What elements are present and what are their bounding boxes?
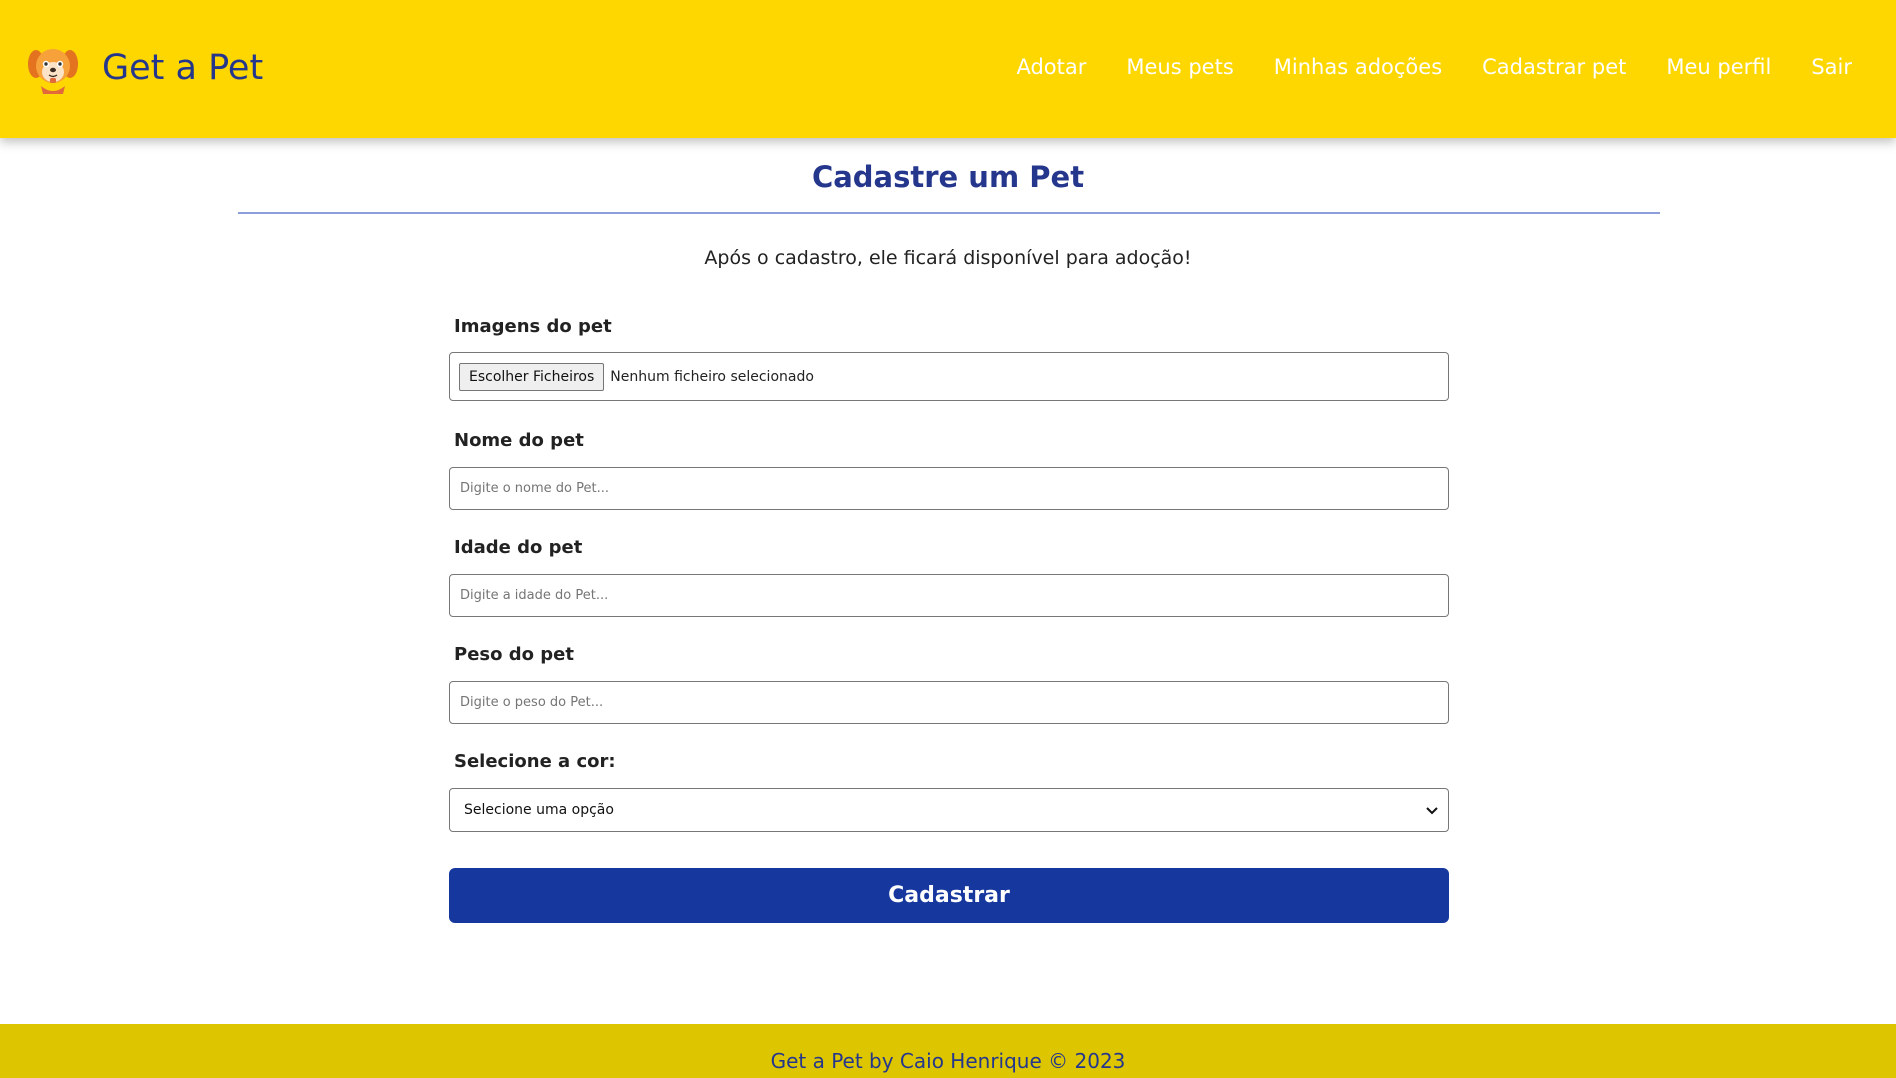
name-input[interactable]: [449, 467, 1449, 510]
images-label: Imagens do pet: [454, 316, 612, 337]
page-subtitle: Após o cadastro, ele ficará disponível p…: [704, 247, 1192, 269]
chevron-down-icon: [1424, 802, 1440, 818]
nav-item-sair: Sair: [1811, 50, 1852, 84]
weight-input[interactable]: [449, 681, 1449, 724]
page-title: Cadastre um Pet: [811, 160, 1085, 194]
color-select-value: Selecione uma opção: [464, 802, 614, 818]
submit-button[interactable]: Cadastrar: [449, 868, 1449, 923]
color-field: Selecione a cor: Selecione uma opção: [449, 747, 1449, 832]
nav-item-meus-pets: Meus pets: [1126, 50, 1233, 84]
nav-item-adotar: Adotar: [1016, 50, 1086, 84]
name-field: Nome do pet: [449, 426, 1449, 510]
brand-name[interactable]: Get a Pet: [102, 44, 263, 92]
file-status-text: Nenhum ficheiro selecionado: [610, 368, 814, 385]
color-label: Selecione a cor:: [454, 751, 616, 772]
nav-link-meu-perfil[interactable]: Meu perfil: [1666, 55, 1771, 79]
nav-link-sair[interactable]: Sair: [1811, 55, 1852, 79]
choose-files-button[interactable]: Escolher Ficheiros: [459, 362, 605, 391]
name-label: Nome do pet: [454, 430, 584, 451]
images-field: Imagens do pet Escolher Ficheiros Nenhum…: [449, 312, 1449, 401]
register-pet-form: Imagens do pet Escolher Ficheiros Nenhum…: [449, 312, 1449, 923]
footer: Get a Pet by Caio Henrique © 2023: [0, 1024, 1896, 1078]
navbar: Get a Pet Adotar Meus pets Minhas adoçõe…: [0, 0, 1896, 138]
age-label: Idade do pet: [454, 537, 583, 558]
dog-face-icon[interactable]: [26, 42, 80, 96]
nav-link-meus-pets[interactable]: Meus pets: [1126, 55, 1233, 79]
weight-field: Peso do pet: [449, 640, 1449, 724]
weight-label: Peso do pet: [454, 644, 574, 665]
age-field: Idade do pet: [449, 533, 1449, 617]
nav-link-cadastrar-pet[interactable]: Cadastrar pet: [1482, 55, 1626, 79]
nav-item-minhas-adocoes: Minhas adoções: [1274, 50, 1442, 84]
footer-text: Get a Pet by Caio Henrique © 2023: [770, 1049, 1126, 1073]
file-input[interactable]: Escolher Ficheiros Nenhum ficheiro selec…: [449, 352, 1449, 401]
color-select[interactable]: Selecione uma opção: [449, 788, 1449, 832]
nav-link-adotar[interactable]: Adotar: [1016, 55, 1086, 79]
nav-menu: Adotar Meus pets Minhas adoções Cadastra…: [1016, 50, 1852, 84]
title-divider: [238, 212, 1660, 214]
nav-link-minhas-adocoes[interactable]: Minhas adoções: [1274, 55, 1442, 79]
age-input[interactable]: [449, 574, 1449, 617]
nav-item-cadastrar-pet: Cadastrar pet: [1482, 50, 1626, 84]
nav-item-meu-perfil: Meu perfil: [1666, 50, 1771, 84]
